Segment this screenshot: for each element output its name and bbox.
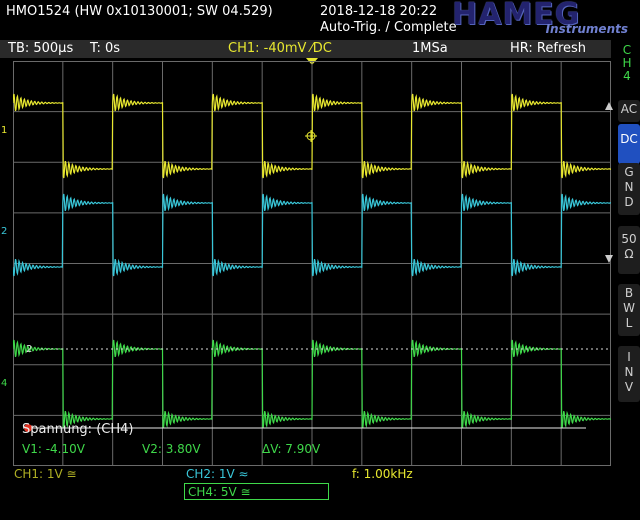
device-model: HMO1524 (HW 0x10130001; SW 04.529) <box>6 4 273 19</box>
cursor-2-label: 2 <box>26 344 33 355</box>
measure-delta-v: ΔV: 7.90V <box>262 442 321 456</box>
waveform-canvas <box>12 61 612 466</box>
frequency-readout: f: 1.00kHz <box>352 467 413 481</box>
ch1-scale[interactable]: CH1: 1V ≅ <box>14 467 77 481</box>
measure-title: Spannung: (CH4) <box>22 422 134 437</box>
ch4-marker[interactable]: 4 <box>1 378 7 389</box>
side-channel-label: C H 4 <box>622 43 632 83</box>
coupling-dc-button[interactable]: DC <box>618 124 640 164</box>
invert-button[interactable]: I N V <box>618 346 640 402</box>
time-offset[interactable]: T: 0s <box>90 41 120 56</box>
sample-rate: 1MSa <box>412 41 448 56</box>
trigger-state: Auto-Trig. / Complete <box>320 20 457 35</box>
waveform-display[interactable] <box>12 61 612 466</box>
bandwidth-limit-button[interactable]: B W L <box>618 284 640 336</box>
ch4-scale[interactable]: CH4: 5V ≅ <box>188 485 251 499</box>
status-bar: TB: 500µs T: 0s CH1: -40mV ⁄DC 1MSa HR: … <box>0 40 611 58</box>
ch4-trace <box>12 339 612 429</box>
ch2-scale[interactable]: CH2: 1V ≈ <box>186 467 249 481</box>
coupling-gnd-button[interactable]: G N D <box>618 163 640 215</box>
trigger-setting[interactable]: CH1: -40mV ⁄DC <box>228 41 332 56</box>
ch2-marker[interactable]: 2 <box>1 226 7 237</box>
timebase[interactable]: TB: 500µs <box>8 41 73 56</box>
coupling-ac-button[interactable]: AC <box>618 100 640 122</box>
measure-v1: V1: -4.10V <box>22 442 85 456</box>
scroll-up-arrow-icon[interactable] <box>605 102 613 110</box>
impedance-50-ohm-button[interactable]: 50 Ω <box>618 226 640 274</box>
ch1-marker[interactable]: 1 <box>1 125 7 136</box>
datetime: 2018-12-18 20:22 <box>320 4 438 19</box>
scroll-down-arrow-icon[interactable] <box>605 255 613 263</box>
measure-v2: V2: 3.80V <box>142 442 201 456</box>
brand-logo: HAMEG Instruments <box>452 0 632 38</box>
acquisition-mode[interactable]: HR: Refresh <box>510 41 586 56</box>
